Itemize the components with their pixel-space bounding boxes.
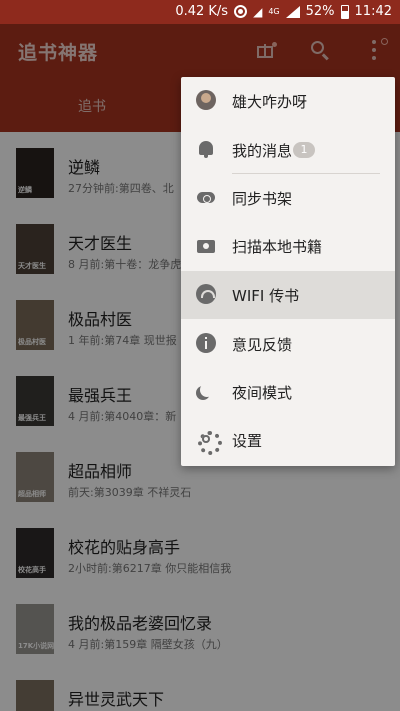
- bell-icon: [196, 139, 216, 159]
- wifi-icon: [196, 284, 216, 304]
- avatar-icon: [196, 90, 216, 110]
- cloud-sync-icon: [196, 187, 216, 207]
- wifi-status-icon: ◢: [253, 4, 263, 19]
- menu-item-label: 我的消息: [232, 142, 293, 160]
- menu-item-label: 设置: [232, 432, 263, 450]
- unread-badge: 1: [293, 142, 315, 158]
- status-bar: 0.42 K/s ◢ 4G 52% 11:42: [0, 0, 400, 24]
- gear-icon: [196, 429, 222, 455]
- signal-icon: [285, 5, 300, 18]
- menu-item-sync-shelf[interactable]: 同步书架: [181, 174, 395, 222]
- info-icon: [196, 333, 216, 353]
- menu-item-label: 夜间模式: [232, 384, 293, 402]
- menu-item-scan-local[interactable]: 扫描本地书籍: [181, 222, 395, 270]
- network-speed: 0.42 K/s: [175, 4, 229, 19]
- menu-item-messages[interactable]: 我的消息 1: [181, 126, 395, 174]
- menu-item-label: 扫描本地书籍: [232, 238, 323, 256]
- menu-item-label: 雄大咋办呀: [232, 93, 308, 111]
- moon-icon: [196, 381, 216, 401]
- battery-percent: 52%: [305, 4, 335, 19]
- menu-item-label: 同步书架: [232, 190, 293, 208]
- menu-item-label: WIFI 传书: [232, 287, 300, 305]
- menu-item-wifi-transfer[interactable]: WIFI 传书: [181, 271, 395, 319]
- menu-item-profile[interactable]: 雄大咋办呀: [181, 77, 395, 125]
- menu-item-night-mode[interactable]: 夜间模式: [181, 368, 395, 416]
- data-saver-icon: [234, 5, 248, 18]
- menu-item-label: 意见反馈: [232, 336, 293, 354]
- overflow-menu: 雄大咋办呀 我的消息 1 同步书架 扫描本地书籍 WIFI 传书 意见反馈 夜间…: [181, 77, 395, 466]
- menu-item-settings[interactable]: 设置: [181, 416, 395, 464]
- camera-icon: [196, 235, 216, 255]
- battery-icon: [340, 4, 349, 19]
- menu-item-feedback[interactable]: 意见反馈: [181, 320, 395, 368]
- clock: 11:42: [354, 4, 392, 19]
- network-type: 4G: [268, 6, 280, 16]
